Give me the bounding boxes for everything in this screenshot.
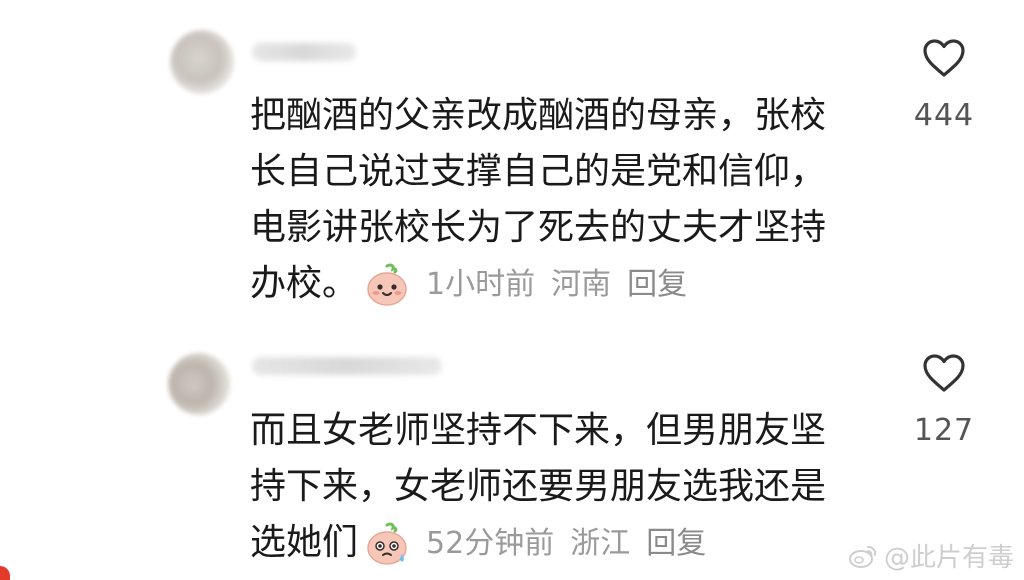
comment-location: 河南: [551, 267, 612, 302]
like-count: 444: [913, 98, 975, 133]
comment-time: 52分钟前: [426, 526, 555, 561]
avatar[interactable]: [170, 30, 234, 94]
comment-time: 1小时前: [426, 267, 536, 302]
username[interactable]: [252, 43, 356, 61]
heart-icon[interactable]: [904, 353, 984, 393]
smiling-face-emoji-icon: [364, 262, 410, 308]
like-count: 127: [913, 413, 975, 448]
watermark: @此片有毒: [848, 537, 1014, 574]
reply-button[interactable]: 回复: [627, 257, 687, 313]
sweating-face-emoji-icon: [364, 521, 410, 567]
comment-item: 把酗酒的父亲改成酗酒的母亲，张校 长自己说过支撑自己的是党和信仰， 电影讲张校长…: [0, 0, 1024, 330]
heart-icon[interactable]: [904, 38, 984, 78]
comment-meta: 52分钟前 浙江 回复: [364, 516, 706, 572]
comment-line: 电影讲张校长为了死去的丈夫才坚持: [250, 207, 827, 248]
avatar[interactable]: [168, 353, 230, 415]
comment-line: 把酗酒的父亲改成酗酒的母亲，张校: [250, 95, 827, 136]
username[interactable]: [252, 357, 442, 375]
comment-text: 把酗酒的父亲改成酗酒的母亲，张校 长自己说过支撑自己的是党和信仰， 电影讲张校长…: [250, 88, 870, 313]
comment-list: 把酗酒的父亲改成酗酒的母亲，张校 长自己说过支撑自己的是党和信仰， 电影讲张校长…: [0, 0, 1024, 580]
comment-line: 办校。: [250, 263, 359, 304]
comment-last-line: 办校。 1小时前 河南 回复: [250, 256, 870, 313]
comment-location: 浙江: [570, 526, 631, 561]
reply-button[interactable]: 回复: [646, 516, 706, 572]
comment-line: 而且女老师坚持不下来，但男朋友坚: [250, 410, 827, 451]
weibo-logo-icon: [848, 543, 878, 569]
comment-line: 持下来，女老师还要男朋友选我还是: [250, 466, 827, 507]
like-button[interactable]: 127: [904, 353, 984, 448]
comment-line: 长自己说过支撑自己的是党和信仰，: [250, 151, 827, 192]
comment-meta: 1小时前 河南 回复: [364, 257, 687, 313]
comment-last-line: 选她们 52分钟前 浙江 回复: [250, 515, 870, 572]
watermark-text: @此片有毒: [883, 543, 1014, 573]
comment-text: 而且女老师坚持不下来，但男朋友坚 持下来，女老师还要男朋友选我还是 选她们 52…: [250, 403, 870, 572]
like-button[interactable]: 444: [904, 38, 984, 133]
comment-line: 选她们: [250, 522, 359, 563]
